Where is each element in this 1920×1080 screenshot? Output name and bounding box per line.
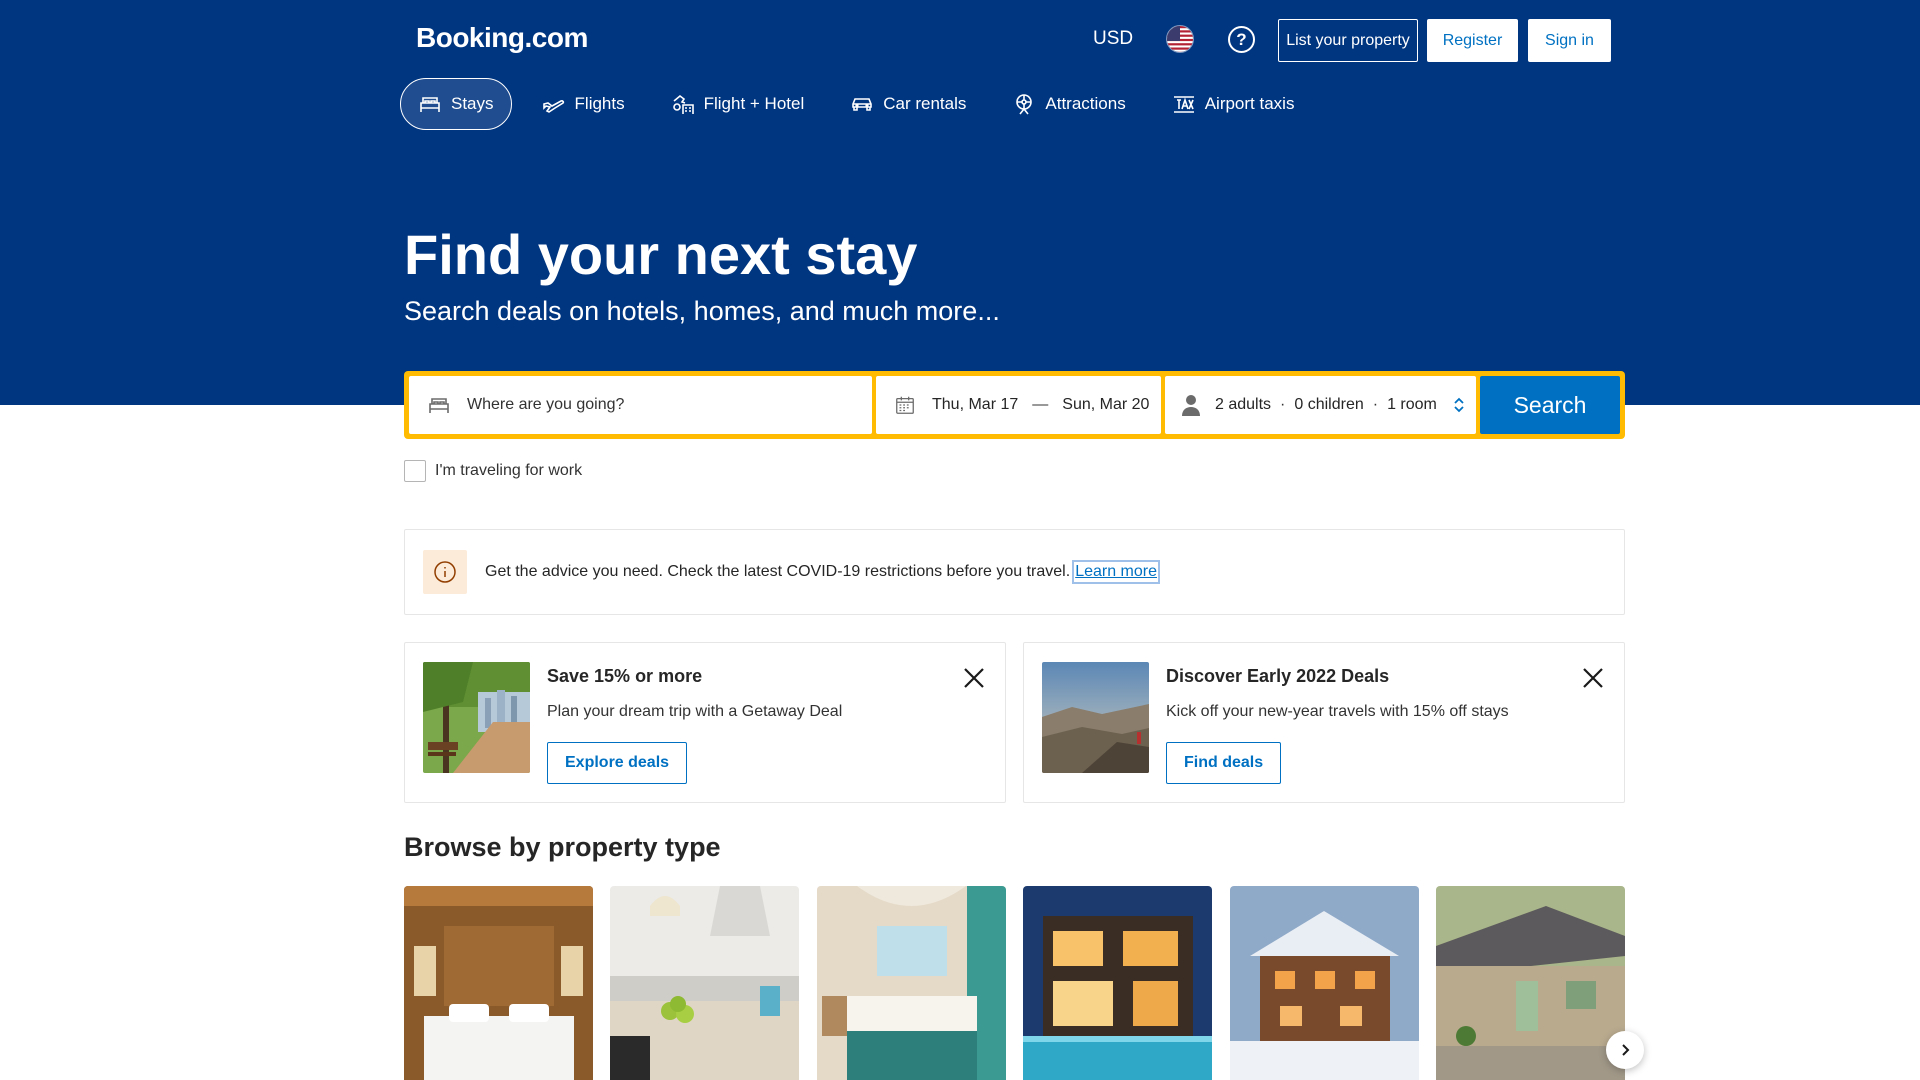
- calendar-icon: [896, 396, 914, 414]
- promo-card-getaway: Save 15% or more Plan your dream trip wi…: [404, 642, 1006, 803]
- close-icon[interactable]: [961, 665, 987, 691]
- promo-description: Kick off your new-year travels with 15% …: [1166, 703, 1509, 720]
- register-button[interactable]: Register: [1427, 19, 1518, 62]
- adults-count: 2 adults: [1215, 396, 1272, 413]
- children-count: 0 children: [1294, 396, 1364, 413]
- property-card-apartments[interactable]: [610, 886, 799, 1080]
- plane-icon: [542, 100, 564, 113]
- hero-title: Find your next stay: [404, 223, 918, 286]
- chevron-right-icon: [1622, 1044, 1630, 1056]
- search-button[interactable]: Search: [1480, 376, 1620, 434]
- nav-item-car-rentals[interactable]: Car rentals: [834, 78, 982, 130]
- nav-label: Stays: [451, 94, 494, 113]
- guest-separator: ·: [1372, 396, 1379, 413]
- explore-deals-button[interactable]: Explore deals: [547, 742, 688, 784]
- checkin-date: Thu, Mar 17: [932, 396, 1019, 413]
- us-flag-icon[interactable]: [1166, 25, 1194, 53]
- bed-icon: [420, 97, 440, 112]
- promo-image: [423, 662, 530, 773]
- bed-icon: [429, 398, 449, 413]
- nav-label: Attractions: [1045, 94, 1126, 113]
- promo-title: Discover Early 2022 Deals: [1166, 666, 1390, 686]
- nav-item-airport-taxis[interactable]: Airport taxis: [1156, 78, 1311, 130]
- list-property-button[interactable]: List your property: [1278, 19, 1418, 62]
- product-nav: Stays Flights Flight + Hotel Car rentals…: [400, 78, 1324, 130]
- taxi-icon: [1173, 96, 1194, 113]
- attractions-icon: [1016, 94, 1033, 115]
- nav-item-flights[interactable]: Flights: [526, 78, 641, 130]
- work-travel-checkbox[interactable]: [404, 460, 426, 482]
- property-card-resorts[interactable]: [817, 886, 1006, 1080]
- flight-hotel-icon: [672, 94, 694, 114]
- work-travel-option[interactable]: I'm traveling for work: [404, 460, 582, 482]
- nav-item-attractions[interactable]: Attractions: [996, 78, 1141, 130]
- nav-label: Flights: [574, 94, 625, 113]
- date-separator: —: [1032, 396, 1049, 413]
- property-type-carousel: [404, 886, 1625, 1080]
- help-icon[interactable]: ?: [1228, 26, 1255, 53]
- carousel-next-button[interactable]: [1606, 1031, 1644, 1069]
- nav-label: Flight + Hotel: [703, 94, 805, 113]
- property-card-hotels[interactable]: [404, 886, 593, 1080]
- promo-image: [1042, 662, 1149, 773]
- hero-subtitle: Search deals on hotels, homes, and much …: [404, 296, 1000, 326]
- date-picker-field[interactable]: Thu, Mar 17 — Sun, Mar 20: [876, 376, 1161, 434]
- find-deals-button[interactable]: Find deals: [1166, 742, 1282, 784]
- currency-selector[interactable]: USD: [1093, 28, 1133, 50]
- info-icon: [423, 550, 467, 594]
- covid-banner: Get the advice you need. Check the lates…: [404, 529, 1625, 615]
- property-card-chalets[interactable]: [1230, 886, 1419, 1080]
- checkout-date: Sun, Mar 20: [1062, 396, 1150, 413]
- destination-field[interactable]: [409, 376, 872, 434]
- destination-input[interactable]: [467, 396, 847, 414]
- property-card-villas[interactable]: [1023, 886, 1212, 1080]
- covid-text: Get the advice you need. Check the lates…: [485, 563, 1071, 580]
- learn-more-link[interactable]: Learn more: [1072, 560, 1161, 584]
- browse-section-title: Browse by property type: [404, 832, 721, 862]
- search-bar: Thu, Mar 17 — Sun, Mar 20 2 adults · 0 c…: [404, 371, 1625, 439]
- property-card-cottages[interactable]: [1436, 886, 1625, 1080]
- top-header: Booking.com USD ? List your property Reg…: [0, 0, 1920, 80]
- person-icon: [1182, 395, 1200, 416]
- sign-in-button[interactable]: Sign in: [1528, 19, 1611, 62]
- guest-separator: ·: [1280, 396, 1286, 413]
- promo-card-early-2022: Discover Early 2022 Deals Kick off your …: [1023, 642, 1625, 803]
- updown-chevron-icon: [1454, 397, 1464, 413]
- rooms-count: 1 room: [1387, 396, 1437, 413]
- promo-description: Plan your dream trip with a Getaway Deal: [547, 703, 843, 720]
- guests-field[interactable]: 2 adults · 0 children · 1 room: [1165, 376, 1476, 434]
- booking-logo[interactable]: Booking.com: [416, 22, 588, 54]
- close-icon[interactable]: [1580, 665, 1606, 691]
- work-travel-label[interactable]: I'm traveling for work: [435, 462, 582, 480]
- nav-item-flight-hotel[interactable]: Flight + Hotel: [655, 78, 821, 130]
- nav-label: Car rentals: [883, 94, 967, 113]
- car-icon: [852, 98, 873, 111]
- promo-title: Save 15% or more: [547, 666, 703, 686]
- nav-label: Airport taxis: [1204, 94, 1295, 113]
- nav-item-stays[interactable]: Stays: [400, 78, 512, 130]
